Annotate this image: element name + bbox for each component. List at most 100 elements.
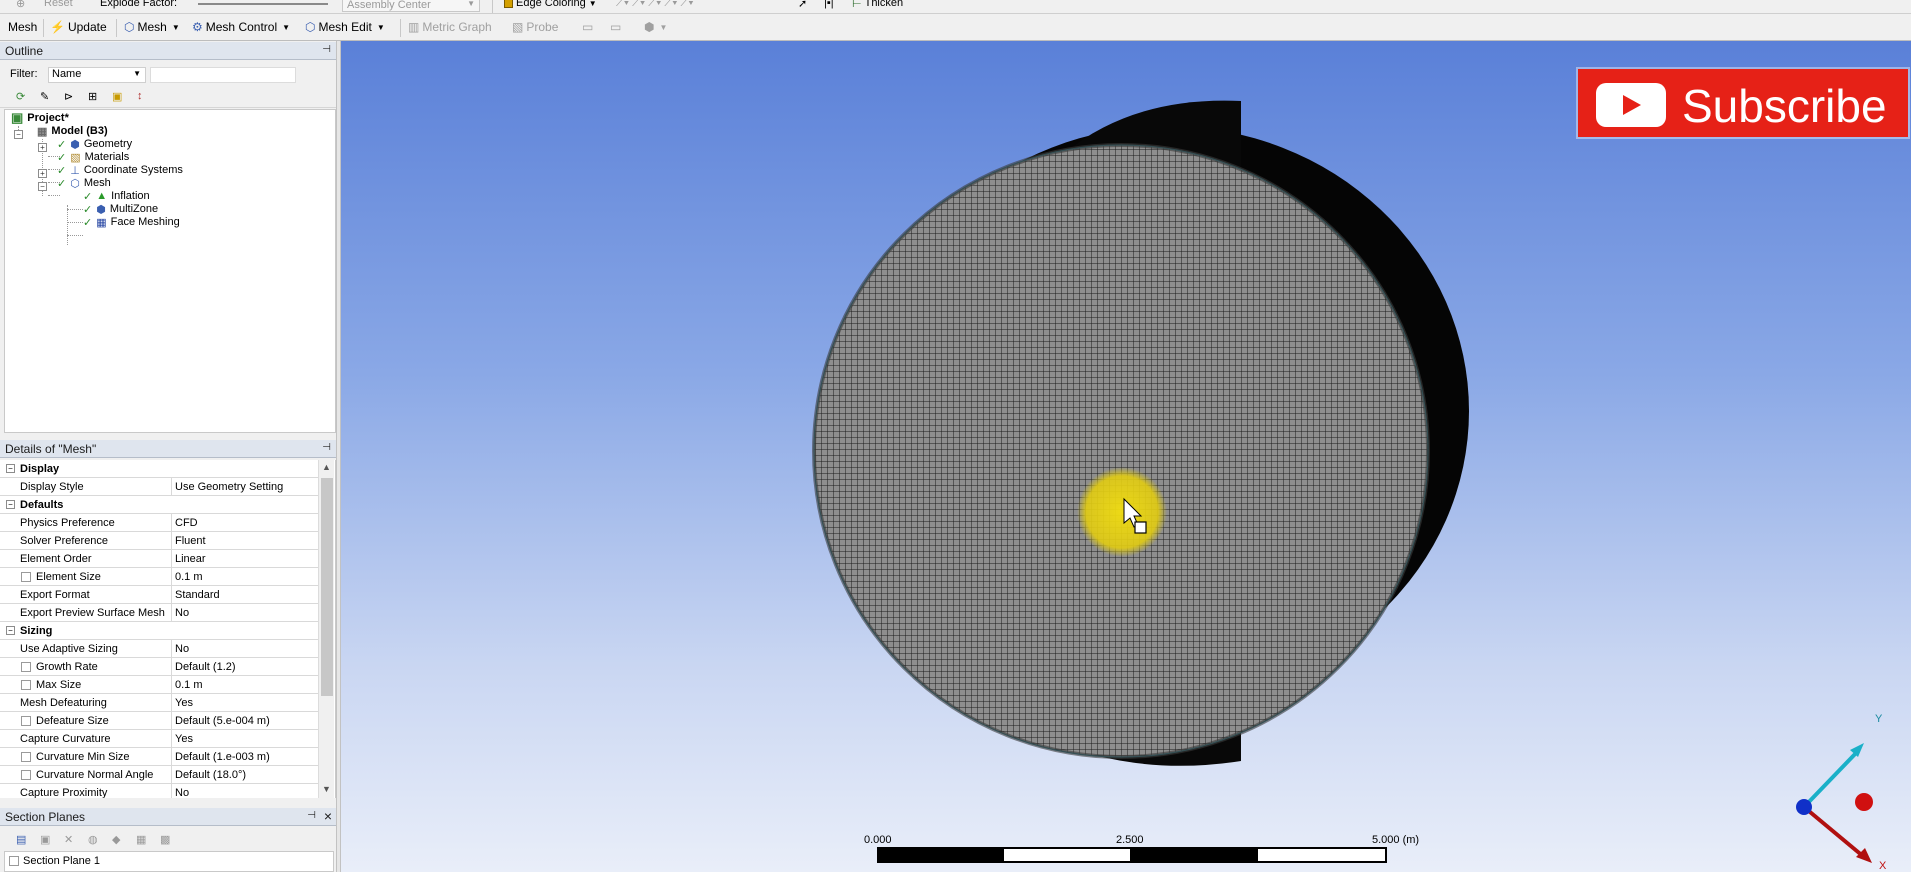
- subscribe-banner[interactable]: Subscribe: [1578, 69, 1908, 137]
- mesh-edit-button[interactable]: ⬡ Mesh Edit ▼: [305, 20, 385, 34]
- thicken-button[interactable]: ⊢ Thicken: [852, 0, 903, 10]
- metric-graph-button[interactable]: ▥ Metric Graph: [408, 20, 492, 34]
- collapse-icon[interactable]: −: [6, 500, 15, 509]
- reset-icon[interactable]: ⊕: [16, 0, 25, 10]
- show-vertices-icon[interactable]: |▪|: [824, 0, 834, 9]
- close-icon[interactable]: ×: [324, 808, 332, 824]
- pin-icon[interactable]: ⊣: [322, 44, 331, 55]
- pin-icon[interactable]: ⊣: [322, 442, 331, 453]
- details-row[interactable]: Capture Proximity No: [0, 784, 318, 798]
- refresh-icon[interactable]: ⟳: [16, 90, 30, 104]
- section-plane-label[interactable]: Section Plane 1: [23, 855, 100, 867]
- parameter-checkbox[interactable]: [21, 716, 31, 726]
- details-value[interactable]: Yes: [175, 697, 193, 709]
- graphics-options-button[interactable]: ⬢ ▼: [644, 20, 667, 34]
- update-button[interactable]: ⚡ Update: [50, 20, 107, 34]
- expand-all-icon[interactable]: ⊞: [88, 90, 102, 104]
- thicken-annotations-icon[interactable]: ➚: [798, 0, 807, 10]
- scroll-down-icon[interactable]: ▼: [322, 784, 331, 794]
- details-row[interactable]: Element Size 0.1 m: [0, 568, 318, 586]
- probe-button[interactable]: ▧ Probe: [512, 20, 558, 34]
- max-icon[interactable]: ▭: [610, 20, 621, 34]
- parameter-checkbox[interactable]: [21, 680, 31, 690]
- section-plane-checkbox[interactable]: [9, 856, 19, 866]
- collapse-icon[interactable]: −: [38, 182, 47, 191]
- parameter-checkbox[interactable]: [21, 572, 31, 582]
- assembly-center-select[interactable]: Assembly Center ▼: [342, 0, 480, 12]
- collapse-icon[interactable]: −: [6, 464, 15, 473]
- pin-icon[interactable]: ⊣: [307, 810, 316, 821]
- parameter-checkbox[interactable]: [21, 752, 31, 762]
- details-row[interactable]: Use Adaptive Sizing No: [0, 640, 318, 658]
- details-row[interactable]: Export Format Standard: [0, 586, 318, 604]
- details-value[interactable]: 0.1 m: [175, 571, 203, 583]
- details-key: Sizing: [20, 625, 53, 637]
- details-row[interactable]: Curvature Normal Angle Default (18.0°): [0, 766, 318, 784]
- scroll-up-icon[interactable]: ▲: [322, 462, 331, 472]
- mesh-context-toolbar: Mesh ⚡ Update ⬡ Mesh ▼ ⚙ Mesh Control ▼ …: [0, 15, 1911, 41]
- details-value[interactable]: No: [175, 643, 189, 655]
- details-group[interactable]: − Sizing: [0, 622, 318, 640]
- details-key: Physics Preference: [20, 517, 115, 529]
- details-scrollbar[interactable]: ▲ ▼: [318, 460, 334, 798]
- details-row[interactable]: Export Preview Surface Mesh No: [0, 604, 318, 622]
- parameter-checkbox[interactable]: [21, 770, 31, 780]
- mesh-menu-button[interactable]: ⬡ Mesh ▼: [124, 20, 180, 34]
- show-plane-icon[interactable]: ◍: [88, 833, 102, 847]
- details-value[interactable]: Default (1.e-003 m): [175, 751, 270, 763]
- expand-icon[interactable]: +: [38, 143, 47, 152]
- details-key: Export Format: [20, 589, 90, 601]
- show-capping-icon[interactable]: ◆: [112, 833, 126, 847]
- z-axis-ball: [1796, 799, 1812, 815]
- details-row[interactable]: Physics Preference CFD: [0, 514, 318, 532]
- collapse-icon[interactable]: −: [6, 626, 15, 635]
- details-group[interactable]: − Defaults: [0, 496, 318, 514]
- delete-icon[interactable]: ✕: [64, 833, 78, 847]
- parameter-checkbox[interactable]: [21, 662, 31, 672]
- details-row[interactable]: Mesh Defeaturing Yes: [0, 694, 318, 712]
- details-row[interactable]: Display Style Use Geometry Setting: [0, 478, 318, 496]
- details-value[interactable]: No: [175, 607, 189, 619]
- reset-button[interactable]: Reset: [44, 0, 73, 9]
- graphics-viewport[interactable]: Y X: [341, 41, 1911, 872]
- details-value[interactable]: 0.1 m: [175, 679, 203, 691]
- tree-item-face-meshing[interactable]: ✓ ▦ Face Meshing: [83, 214, 180, 230]
- details-group[interactable]: − Display: [0, 460, 318, 478]
- details-value[interactable]: Use Geometry Setting: [175, 481, 283, 493]
- new-section-plane-icon[interactable]: ▤: [16, 833, 30, 847]
- filter-input[interactable]: [150, 67, 296, 83]
- expand-icon[interactable]: +: [38, 169, 47, 178]
- folder-icon[interactable]: ▣: [112, 90, 126, 104]
- edge-display-icon[interactable]: ⟋▾ ⟋▾ ⟋▾ ⟋▾ ⟋▾: [616, 0, 694, 10]
- mesh-control-button[interactable]: ⚙ Mesh Control ▼: [192, 20, 290, 34]
- details-value[interactable]: Standard: [175, 589, 220, 601]
- details-value[interactable]: Yes: [175, 733, 193, 745]
- details-row[interactable]: Capture Curvature Yes: [0, 730, 318, 748]
- details-value[interactable]: CFD: [175, 517, 198, 529]
- collapse-environments-icon[interactable]: ⊳: [64, 90, 78, 104]
- edge-coloring-button[interactable]: Edge Coloring ▼: [504, 0, 597, 9]
- collapse-icon[interactable]: −: [14, 130, 23, 139]
- sort-icon[interactable]: ↕: [137, 90, 151, 104]
- scroll-thumb[interactable]: [321, 478, 333, 696]
- explode-factor-slider[interactable]: [198, 3, 328, 5]
- details-row[interactable]: Defeature Size Default (5.e-004 m): [0, 712, 318, 730]
- details-value[interactable]: Fluent: [175, 535, 206, 547]
- details-row[interactable]: Max Size 0.1 m: [0, 676, 318, 694]
- details-row[interactable]: Curvature Min Size Default (1.e-003 m): [0, 748, 318, 766]
- details-value[interactable]: Linear: [175, 553, 206, 565]
- min-icon[interactable]: ▭: [582, 20, 593, 34]
- details-row[interactable]: Solver Preference Fluent: [0, 532, 318, 550]
- details-value[interactable]: Default (1.2): [175, 661, 236, 673]
- mesh-model[interactable]: [341, 41, 1911, 872]
- details-value[interactable]: Default (5.e-004 m): [175, 715, 270, 727]
- show-whole-elements-icon[interactable]: ▦: [136, 833, 150, 847]
- details-row[interactable]: Growth Rate Default (1.2): [0, 658, 318, 676]
- details-row[interactable]: Element Order Linear: [0, 550, 318, 568]
- details-value[interactable]: Default (18.0°): [175, 769, 246, 781]
- filter-type-select[interactable]: Name ▼: [48, 67, 146, 83]
- details-value[interactable]: No: [175, 787, 189, 798]
- tag-icon[interactable]: ✎: [40, 90, 54, 104]
- clear-all-icon[interactable]: ▩: [160, 833, 174, 847]
- edit-section-icon[interactable]: ▣: [40, 833, 54, 847]
